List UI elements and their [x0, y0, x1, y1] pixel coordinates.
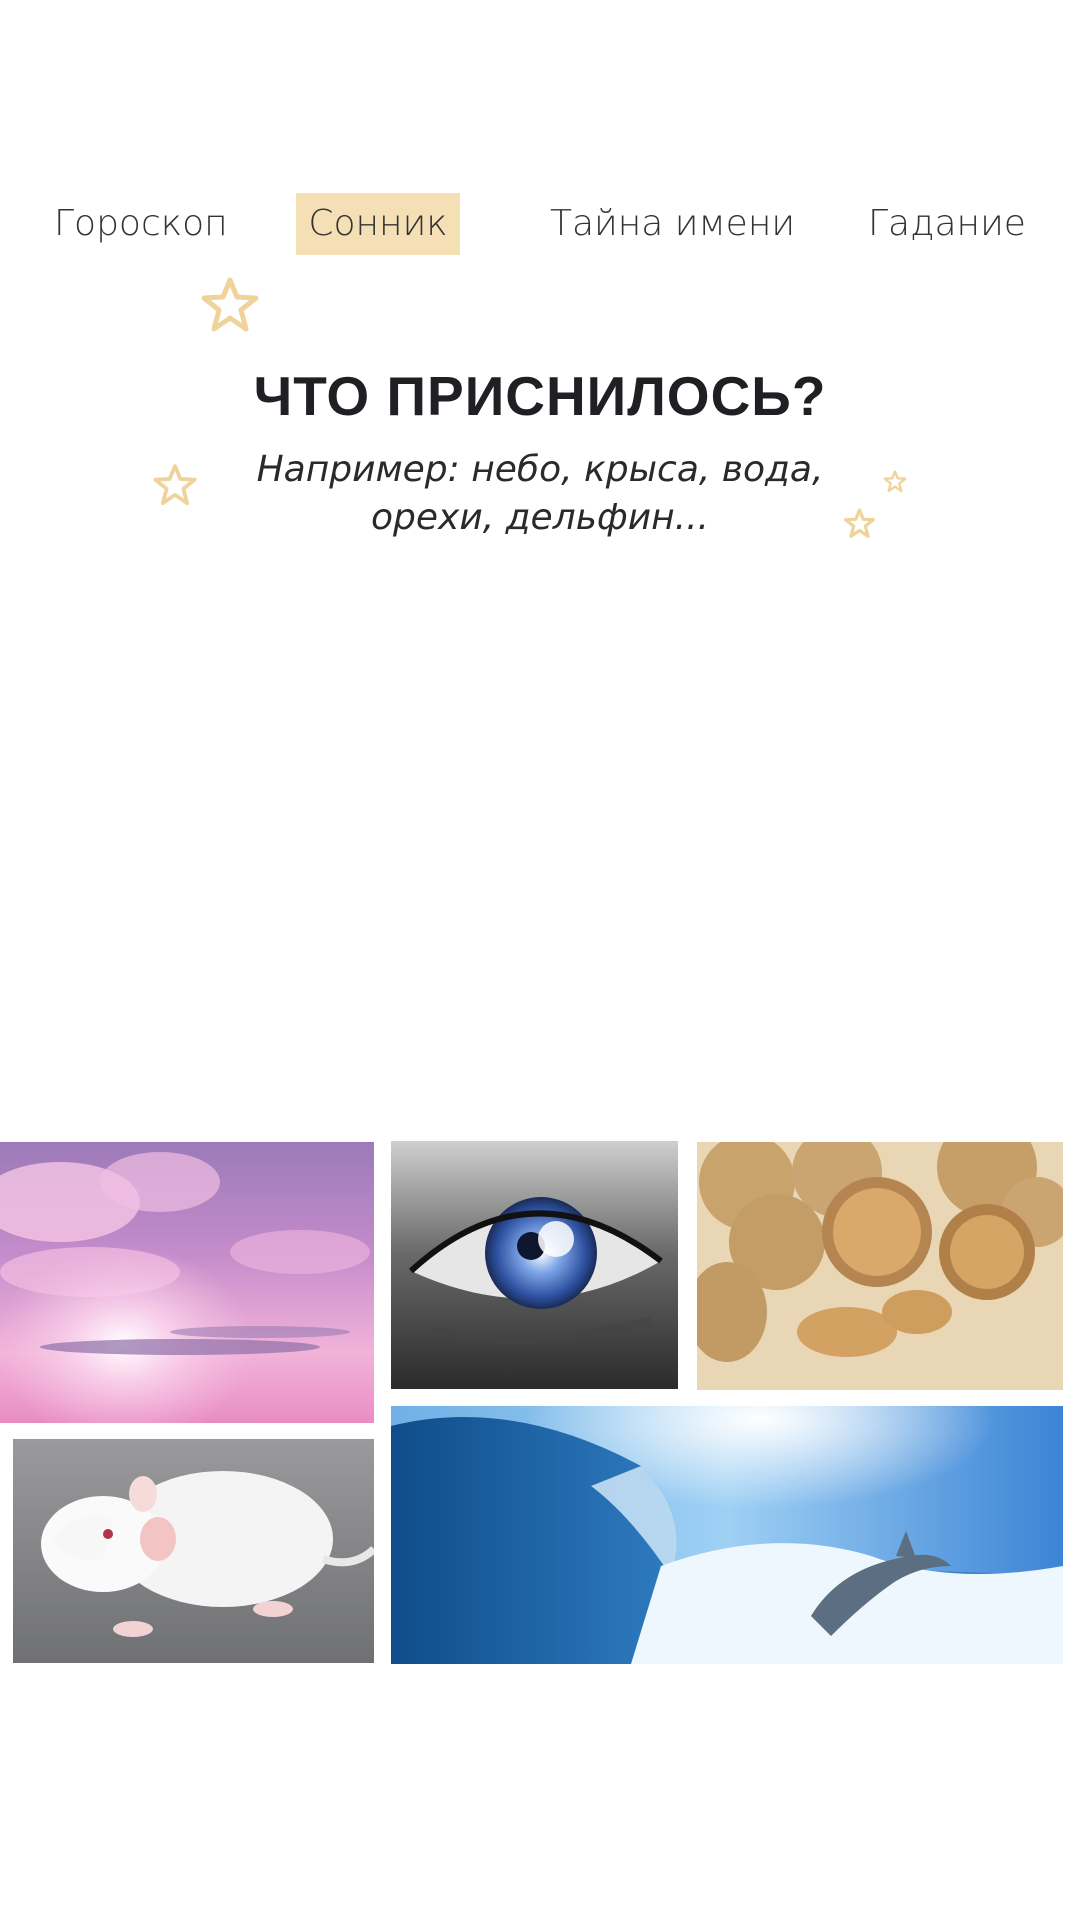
star-icon: [844, 508, 875, 538]
top-navigation: Гороскоп Сонник Тайна имени Гадание: [0, 193, 1080, 255]
sky-image[interactable]: [0, 1142, 374, 1423]
hint-line-1: Например: небо, крыса, вода,: [256, 449, 824, 490]
eye-image[interactable]: [391, 1141, 678, 1389]
walnuts-image[interactable]: [697, 1142, 1063, 1390]
nav-item-name-secret[interactable]: Тайна имени: [530, 193, 815, 255]
star-icon: [153, 464, 197, 506]
white-rat-image[interactable]: [13, 1439, 374, 1663]
nav-item-fortune-telling[interactable]: Гадание: [848, 193, 1046, 255]
hint-line-2: орехи, дельфин...: [371, 497, 709, 538]
wave-dolphin-image[interactable]: [391, 1406, 1063, 1664]
page-title: ЧТО ПРИСНИЛОСЬ?: [253, 365, 827, 427]
nav-item-horoscope[interactable]: Гороскоп: [34, 193, 248, 255]
star-icon: [201, 277, 259, 332]
star-icon: [883, 470, 907, 493]
search-hint: Например: небо, крыса, вода, орехи, дель…: [240, 446, 840, 542]
nav-item-dream-book[interactable]: Сонник: [296, 193, 460, 255]
